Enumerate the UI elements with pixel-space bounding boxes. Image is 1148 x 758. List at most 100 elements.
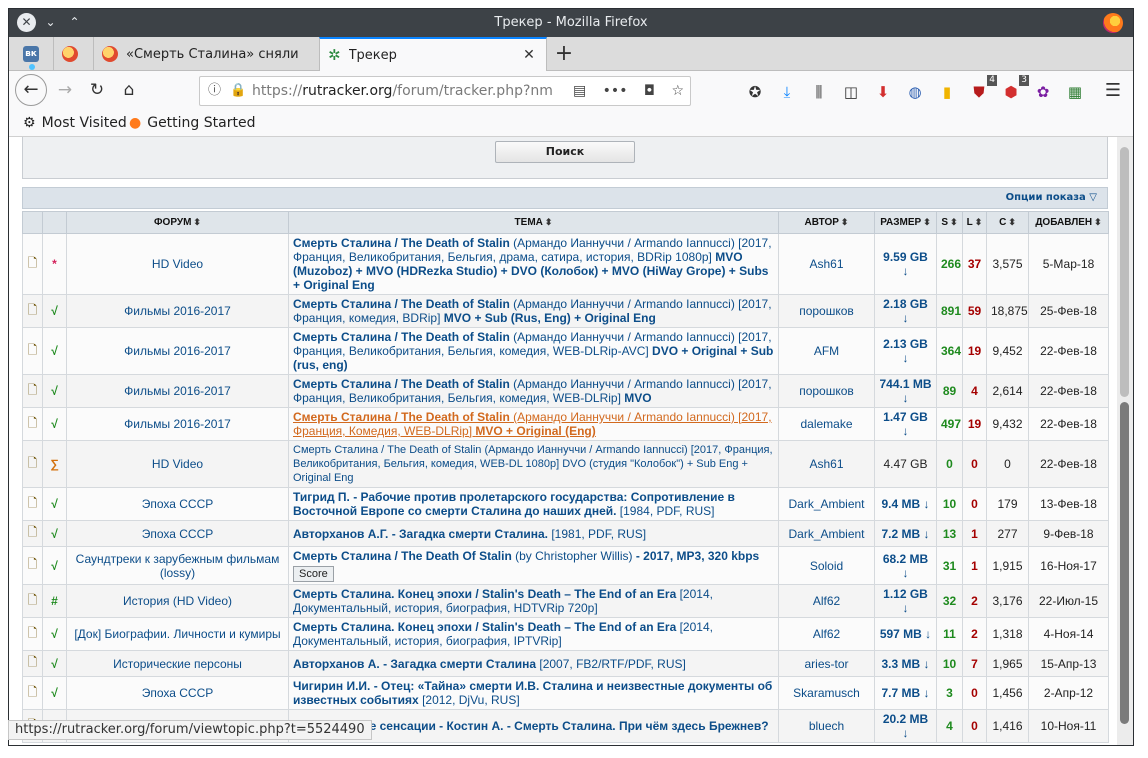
author-link[interactable]: Alf62 [778,617,875,651]
table-row[interactable]: 🗋 √ Эпоха СССР Чигирин И.И. - Отец: «Тайна»… [22,676,1109,710]
header-added[interactable]: ДОБАВЛЕН ⬍ [1028,211,1109,234]
table-row[interactable]: 🗋 * HD Video Смерть Сталина / The Death of … [22,233,1109,295]
header-author[interactable]: АВТОР ⬍ [778,211,875,234]
bookmark-extension-icon[interactable]: ▮ [937,82,957,102]
topic-title-link[interactable]: Авторханов А.Г. - Загадка смерти Сталина… [293,527,548,541]
forum-link[interactable]: История (HD Video) [66,584,289,618]
topic-title-link[interactable]: Смерть Сталина / The Death of Stalin [293,330,510,344]
topic-title-link[interactable]: Смерть Сталина / The Death Of Stalin [293,549,512,563]
table-row[interactable]: 🗋 √ Фильмы 2016-2017 Смерть Сталина / The D… [22,327,1109,375]
save-extension-icon[interactable]: ⬇ [873,82,893,102]
back-button[interactable]: ← [15,74,47,106]
header-completed[interactable]: С ⬍ [986,211,1029,234]
size-download-link[interactable]: 597 MB ↓ [874,617,937,651]
header-forum[interactable]: ФОРУМ ⬍ [66,211,289,234]
author-link[interactable]: порошков [778,294,875,328]
size-download-link[interactable]: 2.18 GB ↓ [874,294,937,328]
table-row[interactable]: 🗋 √ [Док] Биографии. Личности и кумиры Смер… [22,617,1109,651]
table-row[interactable]: 🗋 √ Саундтреки к зарубежным фильмам (lossy… [22,546,1109,585]
tab-news-article[interactable]: «Смерть Сталина» сняли [93,37,319,71]
size-download-link[interactable]: 1.47 GB ↓ [874,407,937,441]
forum-link[interactable]: HD Video [66,440,289,488]
author-link[interactable]: порошков [778,374,875,408]
size-download-link[interactable]: 9.59 GB ↓ [874,233,937,295]
table-row[interactable]: 🗋 # История (HD Video) Смерть Сталина. Коне… [22,584,1109,618]
site-info-icon[interactable]: ⓘ [208,77,221,105]
size-download-link[interactable]: 9.4 MB ↓ [874,487,937,521]
topic-title-link[interactable]: Смерть Сталина / The Death of Stalin [293,377,510,391]
header-seeders[interactable]: S ⬍ [936,211,963,234]
author-link[interactable]: Ash61 [778,440,875,488]
size-download-link[interactable]: 7.2 MB ↓ [874,520,937,547]
new-tab-button[interactable]: + [551,41,577,66]
scrollbar-track[interactable] [1120,147,1129,397]
topic-title-link[interactable]: Авторханов А. - Загадка смерти Сталина [293,657,536,671]
reload-button[interactable]: ↻ [85,80,109,100]
forum-link[interactable]: Саундтреки к зарубежным фильмам (lossy) [66,546,289,585]
size-download-link[interactable]: 20.2 MB ↓ [874,709,937,743]
forum-link[interactable]: Исторические персоны [66,650,289,677]
author-link[interactable]: aries-tor [778,650,875,677]
bookmark-star-icon[interactable]: ☆ [671,83,684,99]
bookmark-most-visited[interactable]: ⚙ Most Visited [23,115,127,131]
author-link[interactable]: dalemake [778,407,875,441]
forum-link[interactable]: Фильмы 2016-2017 [66,327,289,375]
table-row[interactable]: 🗋 √ Исторические персоны Авторханов А. - За… [22,650,1109,677]
forum-link[interactable]: [Док] Биографии. Личности и кумиры [66,617,289,651]
author-link[interactable]: Soloid [778,546,875,585]
topic-title-link[interactable]: Смерть Сталина. Конец эпохи / Stalin's D… [293,587,676,601]
page-scrollbar[interactable] [1117,137,1133,745]
topic-title-link[interactable]: Смерть Сталина / The Death of Stalin [293,297,510,311]
header-leechers[interactable]: L ⬍ [962,211,987,234]
topic-title-link[interactable]: Смерть Сталина. Конец эпохи / Stalin's D… [293,620,676,634]
size-download-link[interactable]: 1.12 GB ↓ [874,584,937,618]
display-options-link[interactable]: Опции показа ▽ [1006,192,1097,203]
home-button[interactable]: ⌂ [117,80,141,100]
author-link[interactable]: Ash61 [778,233,875,295]
forward-button[interactable]: → [53,80,77,100]
size-download-link[interactable]: 2.13 GB ↓ [874,327,937,375]
forum-link[interactable]: Фильмы 2016-2017 [66,407,289,441]
tab-close-icon[interactable]: ✕ [520,47,538,63]
table-row[interactable]: 🗋 √ Эпоха СССР Авторханов А.Г. - Загадка см… [22,520,1109,547]
size-download-link[interactable]: 4.47 GB [874,440,937,488]
ublock-icon[interactable]: ⛊ 4 [969,75,997,102]
tab-pinned-news[interactable] [53,37,93,71]
scrollbar-thumb[interactable] [1120,402,1129,724]
bookmark-getting-started[interactable]: ● Getting Started [129,115,255,131]
forum-link[interactable]: Эпоха СССР [66,520,289,547]
header-topic[interactable]: ТЕМА ⬍ [288,211,779,234]
topic-title-link[interactable]: Смерть Сталина / The Death of Stalin [293,236,510,250]
author-link[interactable]: Dark_Ambient [778,487,875,521]
size-download-link[interactable]: 7.7 MB ↓ [874,676,937,710]
page-actions-icon[interactable]: ••• [603,83,628,99]
tab-tracker[interactable]: ✲ Трекер ✕ [319,37,547,71]
table-row[interactable]: 🗋 √ Эпоха СССР Тигрид П. - Рабочие против п… [22,487,1109,521]
adblock-icon[interactable]: ⬢ 3 [1001,75,1029,102]
reader-view-icon[interactable]: ▤ [573,83,586,99]
downloads-icon[interactable]: ⤓ [777,82,797,102]
table-row[interactable]: 🗋 √ Фильмы 2016-2017 Смерть Сталина / The D… [22,294,1109,328]
url-bar[interactable]: ⓘ 🔒 https://rutracker.org/forum/tracker.… [199,76,691,106]
forum-link[interactable]: HD Video [66,233,289,295]
library-icon[interactable]: ⫼ [809,82,829,102]
pocket-icon[interactable]: ◘ [644,83,655,99]
search-button[interactable]: Поиск [495,141,635,163]
menu-icon[interactable]: ☰ [1105,80,1121,101]
score-button[interactable]: Score [293,566,334,582]
forum-link[interactable]: Фильмы 2016-2017 [66,294,289,328]
extension-grid-icon[interactable]: ▦ [1065,82,1085,102]
topic-title-link[interactable]: Чигирин И.И. - Отец: «Тайна» смерти И.В.… [293,679,772,707]
author-link[interactable]: AFM [778,327,875,375]
forum-link[interactable]: Эпоха СССР [66,676,289,710]
sidebar-icon[interactable]: ◫ [841,82,861,102]
size-download-link[interactable]: 744.1 MB ↓ [874,374,937,408]
table-row[interactable]: 🗋 √ Фильмы 2016-2017 Смерть Сталина / The D… [22,374,1109,408]
vpn-extension-icon[interactable]: ◍ [905,82,925,102]
size-download-link[interactable]: 68.2 MB ↓ [874,546,937,585]
author-link[interactable]: Dark_Ambient [778,520,875,547]
size-download-link[interactable]: 3.3 MB ↓ [874,650,937,677]
bookmarks-menu-icon[interactable]: ✪ [745,82,765,102]
forum-link[interactable]: Фильмы 2016-2017 [66,374,289,408]
extension-icon[interactable]: ✿ [1033,82,1053,102]
